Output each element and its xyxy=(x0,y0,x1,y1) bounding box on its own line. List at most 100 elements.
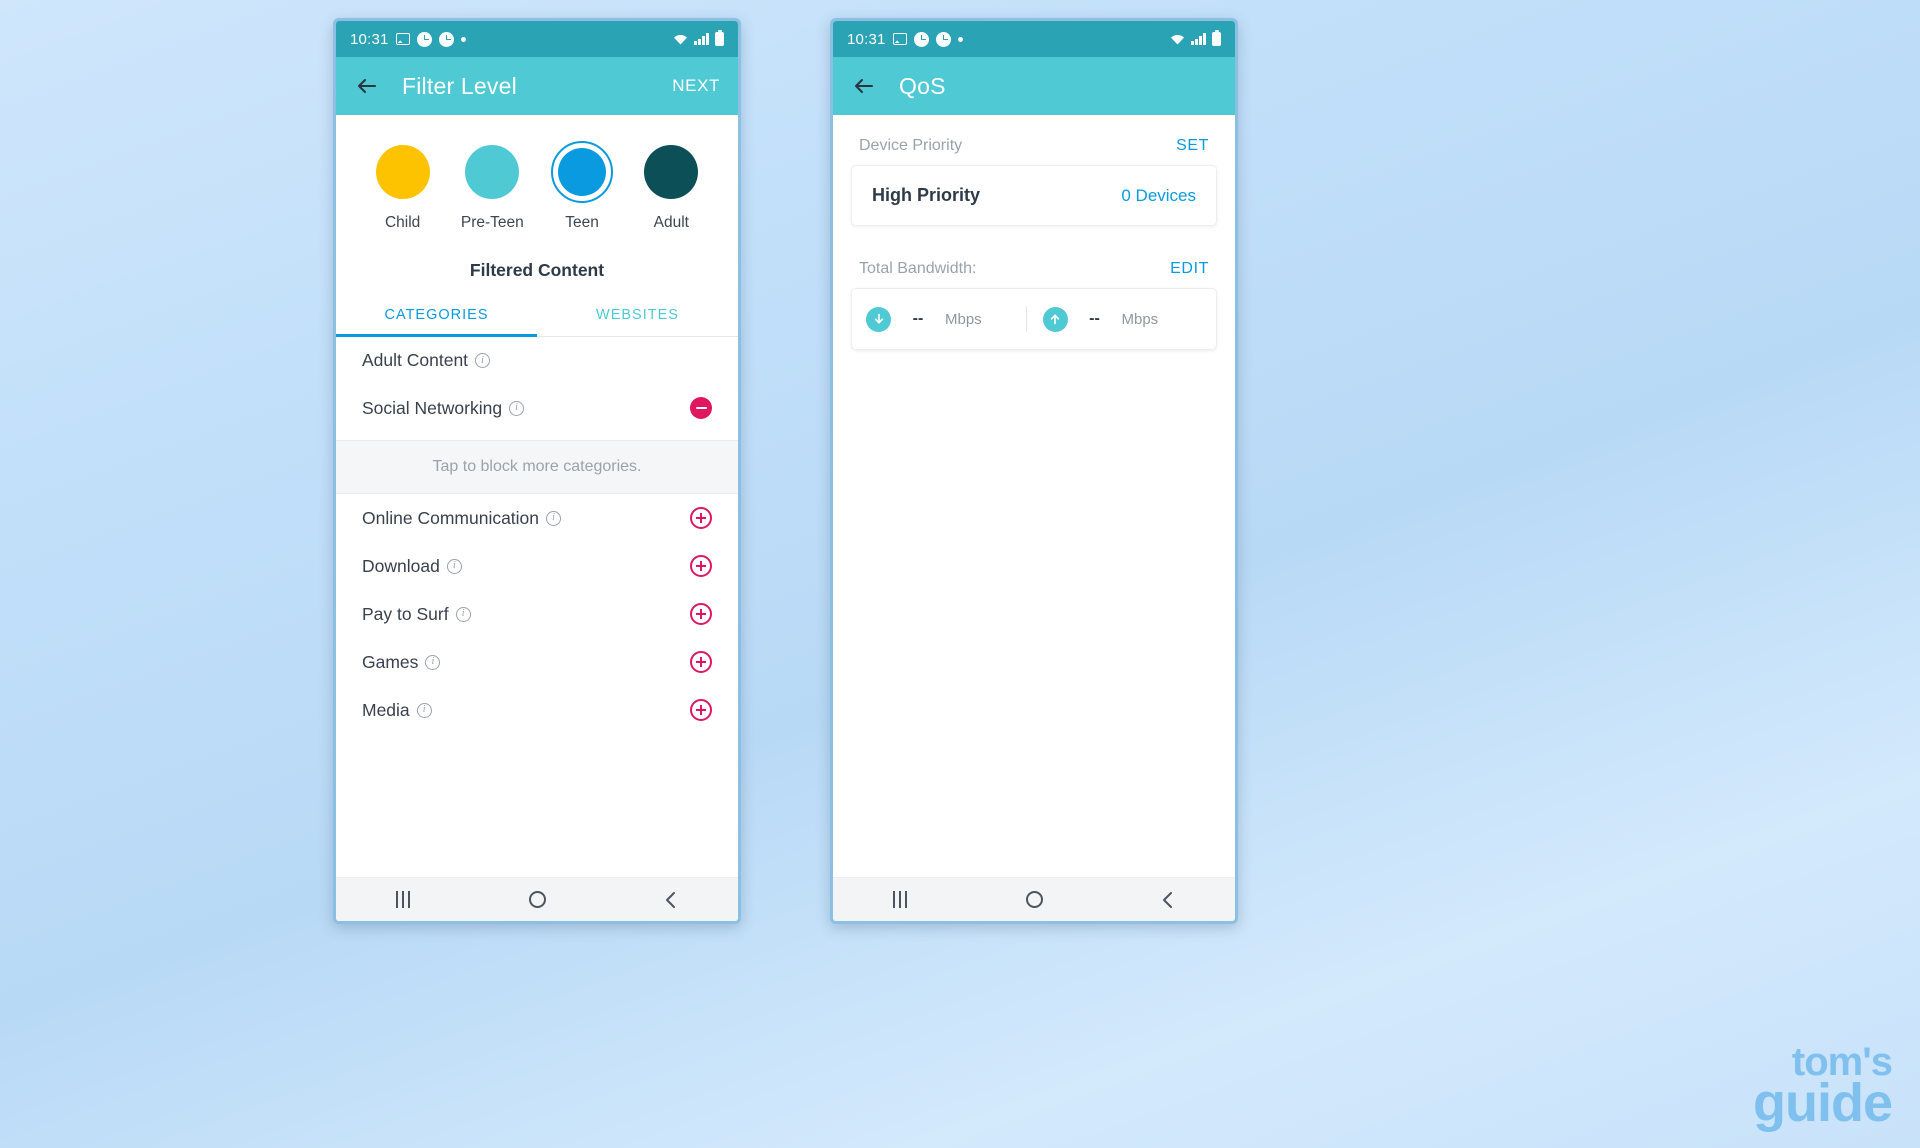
tab-websites[interactable]: WEBSITES xyxy=(537,295,738,336)
blocked-category-list: Adult Content i Social Networking i xyxy=(336,337,738,432)
dot-icon xyxy=(460,36,466,42)
bandwidth-row: -- Mbps -- Mbps xyxy=(852,289,1216,349)
add-category-icon[interactable] xyxy=(690,603,712,625)
available-category-list: Online Communication i Download i Pay to… xyxy=(336,494,738,734)
hint-text: Tap to block more categories. xyxy=(432,458,642,475)
filtered-content-heading: Filtered Content xyxy=(469,260,605,280)
status-time: 10:31 xyxy=(350,30,389,48)
upload-arrow-icon xyxy=(1042,306,1068,332)
clock-icon xyxy=(416,31,432,47)
info-icon[interactable]: i xyxy=(475,353,491,368)
filter-level-label: Child xyxy=(384,214,421,231)
filter-level-teen[interactable]: Teen xyxy=(551,141,614,232)
category-name: Media xyxy=(362,699,410,720)
info-icon[interactable]: i xyxy=(446,558,462,574)
high-priority-title: High Priority xyxy=(872,185,981,205)
download-value: -- xyxy=(912,310,924,327)
add-category-icon[interactable] xyxy=(690,651,712,673)
qos-screen: Device Priority SET High Priority 0 Devi… xyxy=(833,115,1235,877)
back-icon[interactable] xyxy=(1138,878,1198,921)
app-bar: QoS xyxy=(833,57,1235,115)
category-name: Online Communication xyxy=(362,507,540,528)
phone-mockup-qos: 10:31 QoS Device Priority SET High Prior… xyxy=(830,18,1238,924)
category-name: Adult Content xyxy=(362,350,469,370)
table-row[interactable]: Games i xyxy=(336,638,738,686)
image-icon xyxy=(892,33,907,45)
clock-icon xyxy=(913,31,929,47)
signal-icon xyxy=(694,33,709,45)
clock-icon xyxy=(438,31,454,47)
filter-level-screen: Child Pre-Teen Teen Adult Filtered Conte… xyxy=(336,115,738,877)
back-arrow-icon[interactable] xyxy=(851,73,877,99)
status-bar-right xyxy=(1170,29,1221,46)
add-category-icon[interactable] xyxy=(690,555,712,577)
home-icon[interactable] xyxy=(1004,878,1064,921)
home-icon[interactable] xyxy=(507,878,567,921)
status-bar: 10:31 xyxy=(833,21,1235,57)
table-row[interactable]: Adult Content i xyxy=(336,337,738,384)
filter-level-adult[interactable]: Adult xyxy=(640,141,702,232)
back-icon[interactable] xyxy=(641,878,701,921)
app-bar: Filter Level NEXT xyxy=(336,57,738,115)
filter-level-selector: Child Pre-Teen Teen Adult xyxy=(336,115,738,238)
download-unit: Mbps xyxy=(945,310,982,328)
filter-level-label: Pre-Teen xyxy=(460,214,524,231)
bandwidth-card: -- Mbps -- Mbps xyxy=(851,288,1217,350)
add-category-icon[interactable] xyxy=(690,699,712,721)
battery-icon xyxy=(715,29,724,46)
table-row[interactable]: Online Communication i xyxy=(336,494,738,542)
upload-value: -- xyxy=(1089,310,1100,327)
android-nav-bar xyxy=(336,877,738,921)
filter-level-label: Adult xyxy=(653,214,689,231)
table-row[interactable]: Download i xyxy=(336,542,738,590)
category-name: Pay to Surf xyxy=(362,603,449,624)
edit-button[interactable]: EDIT xyxy=(1170,260,1209,278)
recent-apps-icon[interactable] xyxy=(373,878,433,921)
total-bandwidth-label: Total Bandwidth: xyxy=(859,260,977,277)
table-row[interactable]: Pay to Surf i xyxy=(336,590,738,638)
content-tabs: CATEGORIES WEBSITES xyxy=(336,295,738,337)
hint-band: Tap to block more categories. xyxy=(336,440,738,494)
card-row: High Priority 0 Devices xyxy=(852,166,1216,225)
info-icon[interactable]: i xyxy=(416,702,432,718)
filter-level-label: Teen xyxy=(565,214,599,231)
clock-icon xyxy=(935,31,951,47)
tab-categories[interactable]: CATEGORIES xyxy=(336,295,537,337)
wifi-icon xyxy=(1170,33,1185,45)
table-row[interactable]: Social Networking i xyxy=(336,384,738,432)
filter-level-pre-teen[interactable]: Pre-Teen xyxy=(461,141,524,232)
watermark-line-2: guide xyxy=(1753,1072,1893,1133)
swatch-teen-selected xyxy=(551,141,614,203)
device-priority-header: Device Priority SET xyxy=(833,115,1235,165)
back-arrow-icon[interactable] xyxy=(354,73,380,99)
category-name: Social Networking xyxy=(362,397,503,418)
recent-apps-icon[interactable] xyxy=(870,878,930,921)
download-bandwidth-group[interactable]: -- Mbps xyxy=(866,306,1026,332)
add-category-icon[interactable] xyxy=(690,507,712,529)
page-title: QoS xyxy=(899,72,946,99)
status-bar-left: 10:31 xyxy=(847,31,963,48)
category-name: Games xyxy=(362,651,419,672)
set-button[interactable]: SET xyxy=(1176,137,1209,155)
high-priority-card[interactable]: High Priority 0 Devices xyxy=(851,165,1217,226)
remove-category-icon[interactable] xyxy=(690,397,712,419)
device-priority-label: Device Priority xyxy=(859,137,963,154)
info-icon[interactable]: i xyxy=(425,654,441,670)
swatch-child xyxy=(372,141,434,203)
info-icon[interactable]: i xyxy=(455,606,471,622)
swatch-pre-teen xyxy=(461,141,523,203)
category-name: Download xyxy=(362,555,440,576)
phone-mockup-filter-level: 10:31 Filter Level NEXT Child Pre-Teen T… xyxy=(333,18,741,924)
android-nav-bar xyxy=(833,877,1235,921)
upload-bandwidth-group[interactable]: -- Mbps xyxy=(1027,306,1203,332)
info-icon[interactable]: i xyxy=(546,510,562,526)
toms-guide-watermark: tom's guide xyxy=(1753,1042,1893,1133)
download-arrow-icon xyxy=(866,306,891,332)
high-priority-device-count: 0 Devices xyxy=(1121,185,1196,205)
filter-level-child[interactable]: Child xyxy=(372,141,434,232)
table-row[interactable]: Media i xyxy=(336,686,738,734)
status-bar-left: 10:31 xyxy=(350,31,466,48)
info-icon[interactable]: i xyxy=(509,400,525,416)
next-button[interactable]: NEXT xyxy=(672,76,720,96)
upload-unit: Mbps xyxy=(1121,310,1159,328)
